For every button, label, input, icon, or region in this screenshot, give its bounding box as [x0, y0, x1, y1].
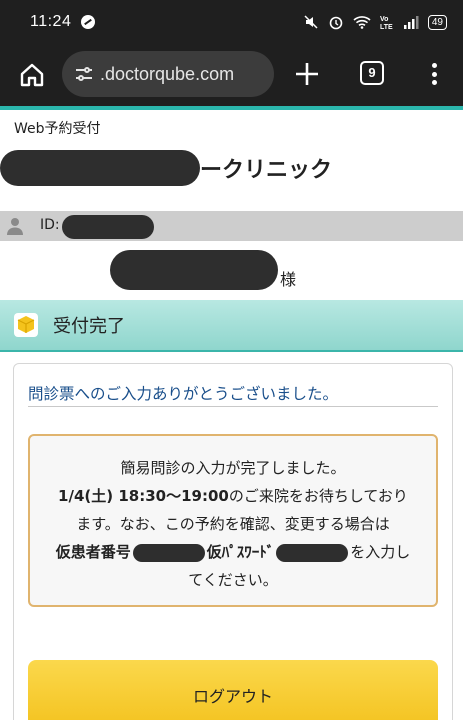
cube-icon: [14, 313, 38, 337]
signal-icon: [403, 16, 419, 29]
notice-box: 簡易問診の入力が完了しました。 1/4(土) 18:30〜19:00のご来院をお…: [28, 434, 438, 607]
address-bar[interactable]: .doctorqube.com: [62, 51, 274, 97]
svg-text:Vo: Vo: [380, 16, 388, 23]
svg-text:LTE: LTE: [380, 24, 393, 30]
section-header: 受付完了: [0, 300, 463, 352]
honorific-suffix: 様: [280, 270, 297, 289]
divider: [28, 406, 438, 407]
notice-text: のご来院をお待ちしており: [228, 487, 408, 505]
notice-line: 簡易問診の入力が完了しました。: [120, 459, 346, 477]
overflow-menu-button[interactable]: [424, 60, 444, 88]
home-icon: [20, 63, 44, 87]
status-time: 11:24: [30, 13, 72, 30]
menu-dot-icon: [431, 80, 437, 85]
notice-line: てください。: [188, 571, 278, 589]
status-icons: Vo LTE 49: [303, 14, 447, 30]
logout-button[interactable]: ログアウト: [28, 660, 438, 720]
menu-dot-icon: [431, 71, 437, 77]
web-reservation-label: Web予約受付: [14, 121, 101, 137]
header-accent-line: [0, 106, 463, 110]
battery-indicator: 49: [427, 14, 447, 30]
notice-line: 仮患者番号 仮ﾊﾟｽﾜｰﾄﾞ を入力し: [42, 538, 424, 566]
notice-line: 1/4(土) 18:30〜19:00のご来院をお待ちしており: [42, 482, 424, 510]
notification-app-icon: [81, 15, 96, 29]
redacted-id: [62, 215, 154, 239]
user-icon: [7, 218, 23, 235]
new-tab-button[interactable]: [292, 59, 322, 89]
site-settings-icon[interactable]: [72, 62, 96, 86]
thanks-message: 問診票へのご入力ありがとうございました。: [28, 385, 339, 403]
wifi-icon: [353, 16, 371, 29]
patient-number-label: 仮患者番号: [55, 543, 131, 561]
menu-dot-icon: [431, 63, 437, 68]
url-text: .doctorqube.com: [100, 63, 235, 84]
plus-icon: [296, 63, 318, 85]
notice-text: を入力し: [350, 543, 411, 561]
status-bar: 11:24 Vo LTE 49: [0, 0, 463, 44]
home-button[interactable]: [16, 59, 48, 91]
password-label: 仮ﾊﾟｽﾜｰﾄﾞ: [206, 543, 275, 561]
section-title: 受付完了: [53, 316, 125, 337]
notice-line: ます。なお、この予約を確認、変更する場合は: [76, 515, 390, 533]
browser-toolbar: .doctorqube.com 9: [0, 44, 463, 106]
redacted-patient-number: [132, 543, 205, 562]
id-label: ID:: [40, 217, 60, 233]
completion-card: 問診票へのご入力ありがとうございました。 簡易問診の入力が完了しました。 1/4…: [13, 363, 453, 720]
appointment-datetime: 1/4(土) 18:30〜19:00: [58, 487, 229, 505]
mute-icon: [304, 15, 318, 29]
redacted-password: [276, 543, 349, 562]
redacted-clinic-name: [0, 150, 200, 186]
volte-icon: VoLTE: [380, 16, 393, 30]
alarm-icon: [329, 16, 343, 30]
tab-switcher-button[interactable]: 9: [360, 61, 384, 85]
redacted-patient-name: [110, 250, 278, 290]
clinic-name: ークリニック: [200, 158, 333, 183]
id-bar: ID:: [0, 211, 463, 241]
